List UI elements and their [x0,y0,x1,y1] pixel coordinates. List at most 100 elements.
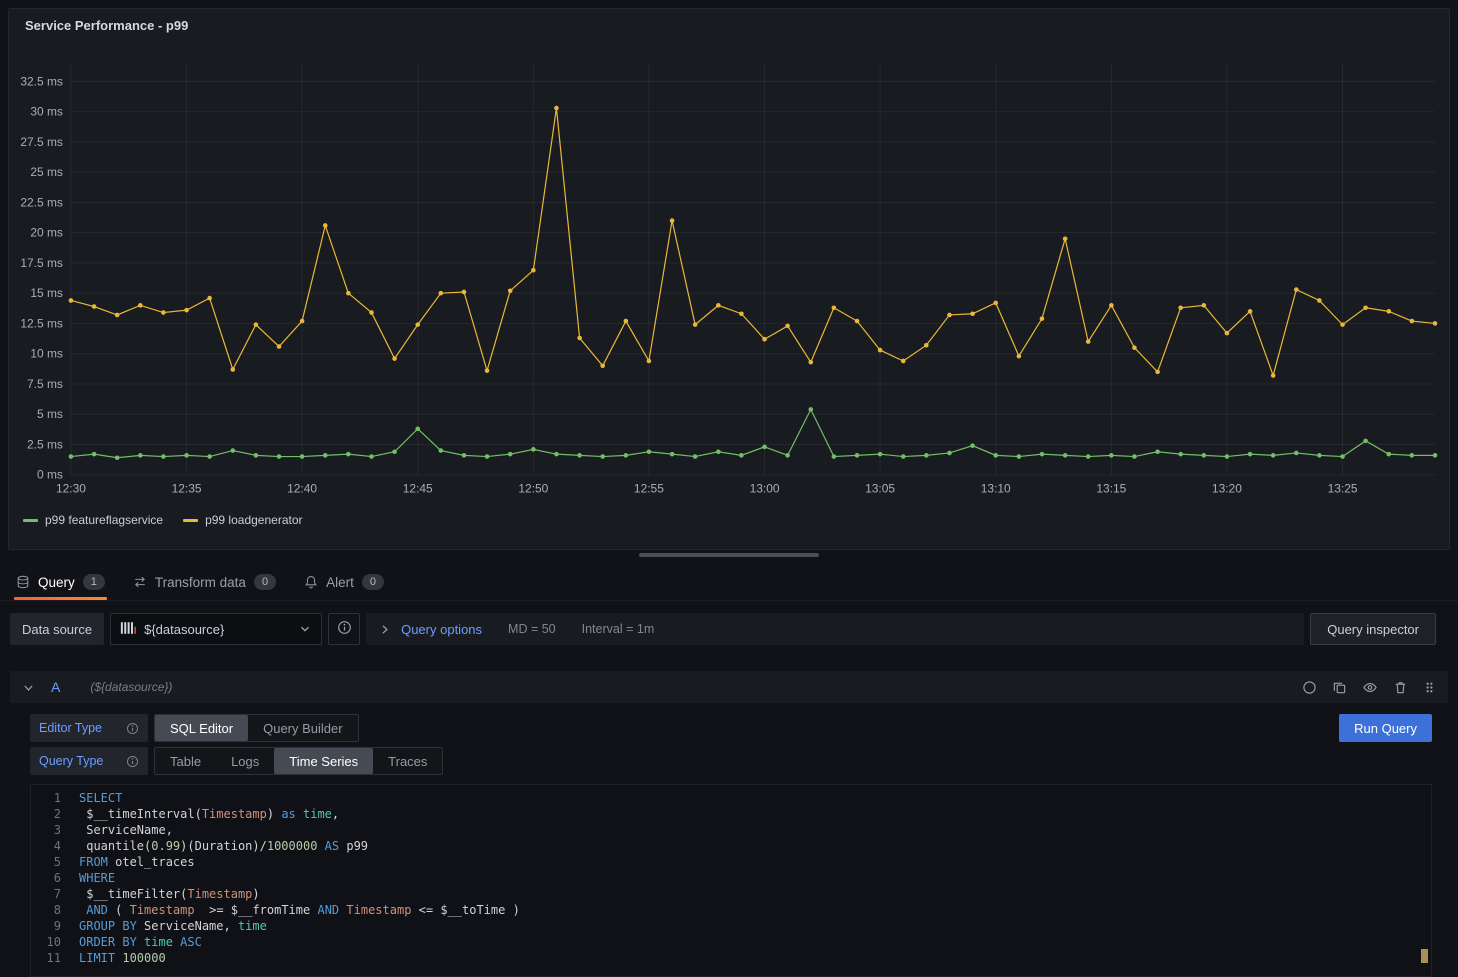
editor-type-row: Editor Type SQL EditorQuery Builder Run … [30,714,1432,742]
code-line[interactable]: 11LIMIT 100000 [31,950,1431,966]
editor-tabbar: Query1Transform data0Alert0 [0,564,1458,601]
svg-text:12:35: 12:35 [172,482,202,496]
svg-text:30 ms: 30 ms [30,105,63,119]
datasource-label: Data source [10,613,104,645]
code-line[interactable]: 10ORDER BY time ASC [31,934,1431,950]
svg-text:12:45: 12:45 [403,482,433,496]
chevron-right-icon[interactable] [378,623,391,636]
editor-type-group: SQL EditorQuery Builder [154,714,359,742]
svg-text:5 ms: 5 ms [37,407,63,421]
code-text: ServiceName, [79,822,173,838]
code-text: GROUP BY ServiceName, time [79,918,267,934]
legend-series-label: p99 loadgenerator [205,513,302,527]
code-line[interactable]: 5FROM otel_traces [31,854,1431,870]
line-number: 7 [31,886,79,902]
code-line[interactable]: 6WHERE [31,870,1431,886]
code-line[interactable]: 3 ServiceName, [31,822,1431,838]
query-type-option-logs[interactable]: Logs [216,748,274,774]
panel-header[interactable]: Service Performance - p99 [9,9,1449,41]
code-text: quantile(0.99)(Duration)/1000000 AS p99 [79,838,368,854]
query-type-option-table[interactable]: Table [155,748,216,774]
svg-text:22.5 ms: 22.5 ms [20,195,63,209]
tab-label: Transform data [155,575,246,590]
sql-code-editor[interactable]: 1SELECT2 $__timeInterval(Timestamp) as t… [30,784,1432,977]
query-datasource-hint: (${datasource}) [90,680,172,694]
datasource-selected-value: ${datasource} [144,622,224,637]
legend-item[interactable]: p99 loadgenerator [183,513,302,527]
tab-count-badge: 1 [83,574,105,590]
svg-text:0 ms: 0 ms [37,468,63,482]
tab-query[interactable]: Query1 [12,564,109,600]
info-circle-icon[interactable] [126,722,139,735]
toggle-visibility-icon[interactable] [1362,680,1378,695]
editor-type-label-text: Editor Type [39,721,102,735]
line-number: 3 [31,822,79,838]
svg-text:13:10: 13:10 [981,482,1011,496]
svg-text:27.5 ms: 27.5 ms [20,135,63,149]
datasource-select[interactable]: ${datasource} [110,613,322,645]
chevron-down-icon [298,622,312,636]
line-number: 5 [31,854,79,870]
timeseries-chart[interactable]: 0 ms2.5 ms5 ms7.5 ms10 ms12.5 ms15 ms17.… [9,41,1449,511]
transform-icon [133,575,147,589]
code-text: WHERE [79,870,115,886]
query-inspector-button[interactable]: Query inspector [1310,613,1436,645]
svg-text:13:00: 13:00 [750,482,780,496]
code-text: FROM otel_traces [79,854,195,870]
line-number: 10 [31,934,79,950]
query-options-toggle[interactable]: Query options [401,622,482,637]
run-query-button[interactable]: Run Query [1339,714,1432,742]
chart-legend: p99 featureflagservice p99 loadgenerator [9,511,1449,533]
tab-transform-data[interactable]: Transform data0 [129,564,280,600]
tab-count-badge: 0 [362,574,384,590]
info-circle-icon[interactable] [1302,680,1317,695]
query-type-group: TableLogsTime SeriesTraces [154,747,443,775]
code-line[interactable]: 1SELECT [31,790,1431,806]
code-line[interactable]: 9GROUP BY ServiceName, time [31,918,1431,934]
line-number: 4 [31,838,79,854]
info-circle-icon[interactable] [126,755,139,768]
datasource-row: Data source ${datasource} Query options … [10,613,1436,645]
delete-query-icon[interactable] [1393,680,1408,695]
collapse-chevron-icon[interactable] [22,681,35,694]
panel-scrollbar[interactable] [639,553,819,557]
panel-title: Service Performance - p99 [25,18,188,33]
tab-alert[interactable]: Alert0 [300,564,388,600]
query-type-option-traces[interactable]: Traces [373,748,442,774]
editor-type-option-query-builder[interactable]: Query Builder [248,715,357,741]
svg-text:10 ms: 10 ms [30,347,63,361]
svg-text:7.5 ms: 7.5 ms [27,377,63,391]
svg-text:12.5 ms: 12.5 ms [20,316,63,330]
query-options-bar: Query options MD = 50 Interval = 1m [366,613,1304,645]
query-type-option-time-series[interactable]: Time Series [274,748,373,774]
code-line[interactable]: 2 $__timeInterval(Timestamp) as time, [31,806,1431,822]
query-type-row: Query Type TableLogsTime SeriesTraces [30,747,1432,775]
svg-text:12:50: 12:50 [518,482,548,496]
code-text: $__timeFilter(Timestamp) [79,886,260,902]
editor-type-option-sql-editor[interactable]: SQL Editor [155,715,248,741]
duplicate-query-icon[interactable] [1332,680,1347,695]
query-row-header[interactable]: A (${datasource}) [10,671,1448,703]
timeseries-panel: Service Performance - p99 0 ms 2.5 ms 5 ms… [8,8,1450,550]
svg-text:13:25: 13:25 [1328,482,1358,496]
code-line[interactable]: 7 $__timeFilter(Timestamp) [31,886,1431,902]
datasource-logo-icon [120,621,136,638]
max-data-points-value: MD = 50 [508,622,556,636]
line-number: 11 [31,950,79,966]
legend-item[interactable]: p99 featureflagservice [23,513,163,527]
svg-text:2.5 ms: 2.5 ms [27,437,63,451]
code-line[interactable]: 4 quantile(0.99)(Duration)/1000000 AS p9… [31,838,1431,854]
svg-text:20 ms: 20 ms [30,226,63,240]
interval-value: Interval = 1m [582,622,655,636]
code-line[interactable]: 8 AND ( Timestamp >= $__fromTime AND Tim… [31,902,1431,918]
database-icon [16,575,30,589]
svg-text:13:05: 13:05 [865,482,895,496]
svg-text:17.5 ms: 17.5 ms [20,256,63,270]
datasource-help-button[interactable] [328,613,360,645]
sql-code-lines: 1SELECT2 $__timeInterval(Timestamp) as t… [31,790,1431,966]
chart-canvas[interactable]: 0 ms2.5 ms5 ms7.5 ms10 ms12.5 ms15 ms17.… [13,41,1445,511]
drag-handle-icon[interactable] [1423,680,1436,695]
query-type-label-text: Query Type [39,754,103,768]
editor-overview-cursor [1421,949,1428,963]
line-number: 9 [31,918,79,934]
